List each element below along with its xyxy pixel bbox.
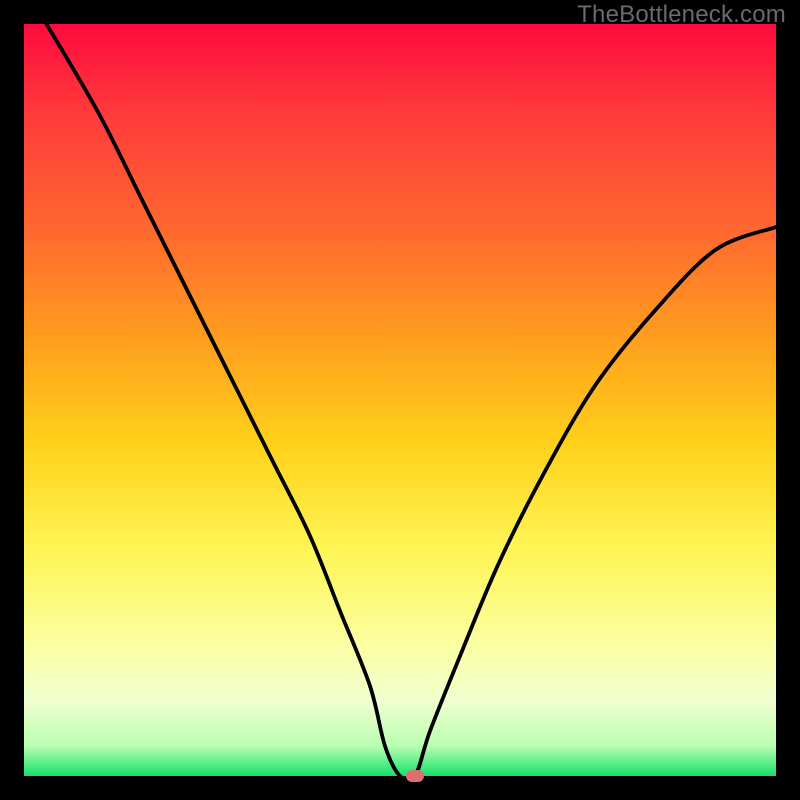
plot-area: [24, 24, 776, 776]
chart-frame: TheBottleneck.com: [0, 0, 800, 800]
bottleneck-curve: [47, 24, 776, 776]
curve-svg: [24, 24, 776, 776]
optimum-marker: [406, 770, 424, 782]
